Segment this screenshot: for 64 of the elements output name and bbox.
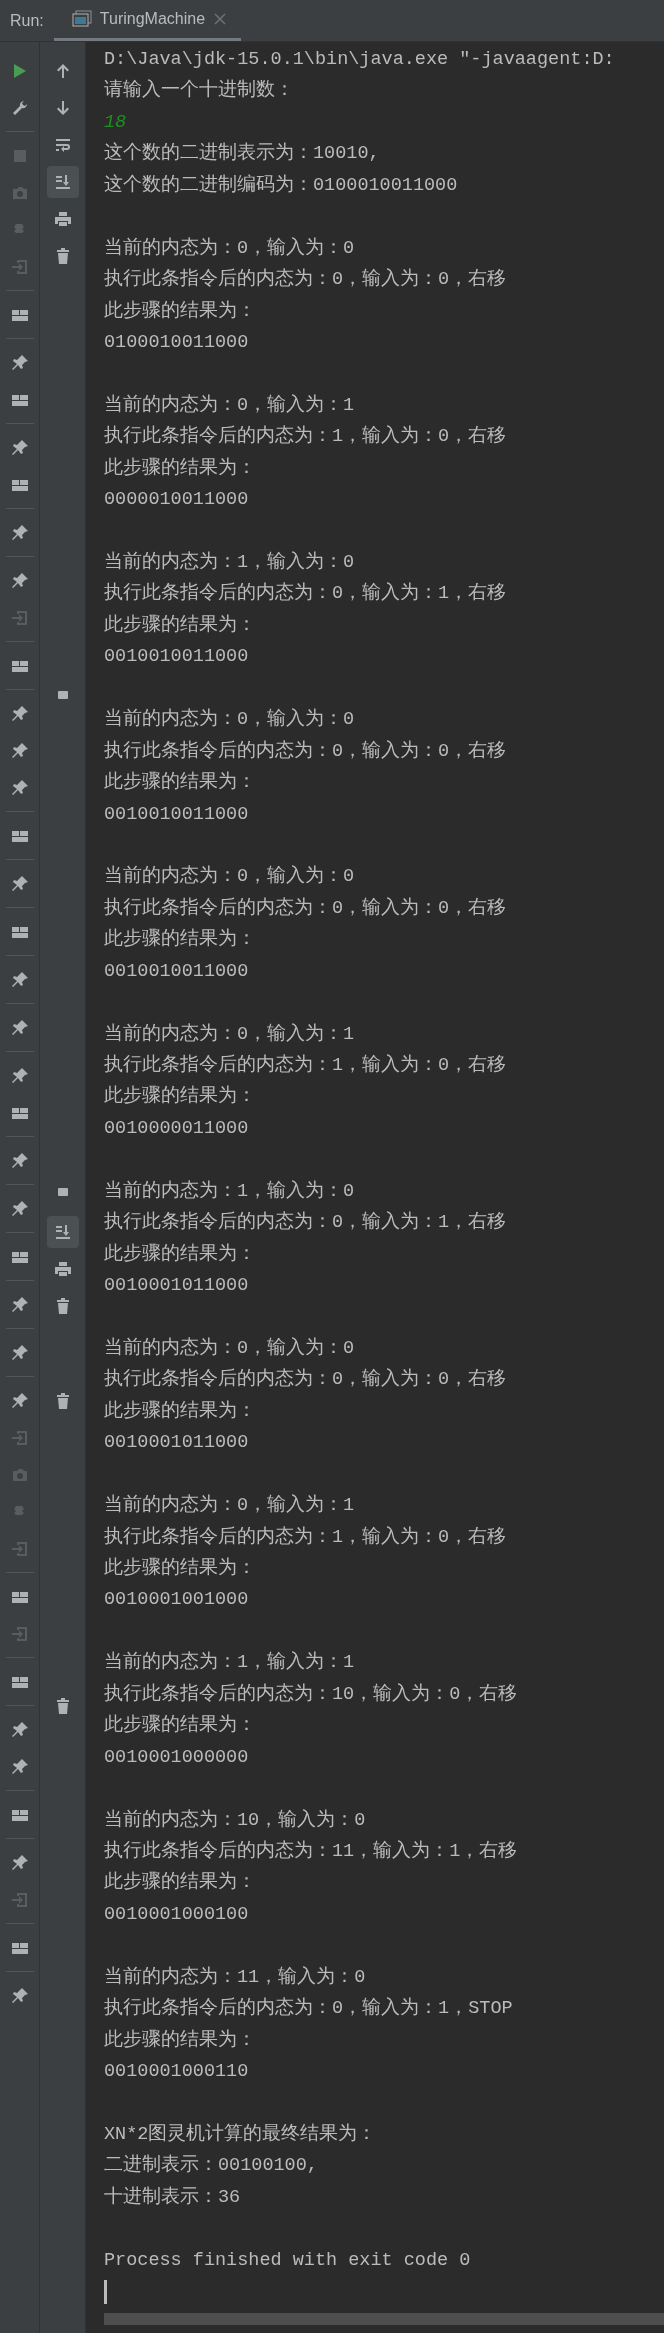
console-line: 当前的内态为：0，输入为：0 (104, 707, 356, 733)
console-line: 当前的内态为：0，输入为：1 (104, 1022, 356, 1047)
scroll-to-end-icon[interactable] (46, 1215, 79, 1248)
input-text: 18 (104, 110, 128, 135)
console-line: 当前的内态为：1，输入为：1 (104, 1650, 356, 1676)
console-line: 此步骤的结果为： (104, 1242, 257, 1267)
console-line: 0010010011000 (104, 959, 250, 984)
console-line: 此步骤的结果为： (104, 456, 257, 481)
console-line: 执行此条指令后的内态为：0，输入为：1，右移 (104, 581, 508, 607)
console-line: 此步骤的结果为： (104, 927, 257, 953)
run-tab[interactable]: TuringMachine (53, 0, 242, 41)
console-line: 0010000011000 (104, 1116, 250, 1141)
console-line: 当前的内态为：0，输入为：1 (104, 393, 356, 418)
console-line: 执行此条指令后的内态为：11，输入为：1，右移 (104, 1839, 519, 1864)
console-line: 0010001011000 (104, 1274, 250, 1299)
console-line: 当前的内态为：10，输入为：0 (104, 1808, 367, 1833)
console-line: 0010010011000 (104, 802, 250, 827)
console-line: 0010001000000 (104, 1745, 250, 1770)
console-line: 当前的内态为：0，输入为：0 (104, 864, 356, 890)
console-line: 执行此条指令后的内态为：1，输入为：0，右移 (104, 1525, 508, 1550)
console-line: 0010010011000 (104, 645, 250, 670)
console-line: 当前的内态为：1，输入为：0 (104, 550, 356, 575)
console-line: 当前的内态为：0，输入为：0 (104, 1336, 356, 1361)
console-line: 0000010011000 (104, 488, 250, 513)
console-line: 二进制表示：00100100, (104, 2153, 319, 2179)
console-line: 当前的内态为：0，输入为：0 (104, 236, 356, 261)
console-line: 执行此条指令后的内态为：0，输入为：0，右移 (104, 267, 508, 293)
console-line: 执行此条指令后的内态为：0，输入为：0，右移 (104, 896, 508, 921)
console-line: 此步骤的结果为： (104, 1870, 257, 1896)
console-line: 请输入一个十进制数： (104, 78, 295, 104)
console-line: 0010001011000 (104, 1431, 250, 1456)
console-line: 当前的内态为：0，输入为：1 (104, 1493, 356, 1519)
console-line: 执行此条指令后的内态为：0，输入为：1，STOP (104, 1996, 514, 2022)
text-cursor (104, 2280, 107, 2305)
console-line: 当前的内态为：1，输入为：0 (104, 1179, 356, 1204)
console-line: 0010001001000 (104, 1588, 250, 1613)
horizontal-scrollbar[interactable] (104, 2313, 664, 2325)
console-line: 此步骤的结果为： (104, 1399, 257, 1424)
console-line: 此步骤的结果为： (104, 1084, 257, 1110)
console-line: 执行此条指令后的内态为：0，输入为：0，右移 (104, 1367, 508, 1393)
console-line: 执行此条指令后的内态为：10，输入为：0，右移 (104, 1682, 519, 1707)
console-line: 这个数的二进制表示为：10010, (104, 141, 381, 167)
console-line: 此步骤的结果为： (104, 2028, 257, 2053)
console-line: 此步骤的结果为： (104, 770, 257, 796)
console-line: 此步骤的结果为： (104, 613, 257, 638)
console-line: 0010001000100 (104, 1902, 250, 1927)
console-line: XN*2图灵机计算的最终结果为： (104, 2122, 378, 2147)
console-line: 当前的内态为：11，输入为：0 (104, 1965, 367, 1990)
scroll-to-end-icon[interactable] (46, 165, 79, 198)
console-line: Process finished with exit code 0 (104, 2248, 472, 2273)
console-line: D:\Java\jdk-15.0.1\bin\java.exe "-javaagent:D: (104, 48, 616, 72)
run-label: Run: (9, 10, 45, 31)
console-line: 这个数的二进制编码为：0100010011000 (104, 173, 459, 198)
console-line: 执行此条指令后的内态为：0，输入为：0，右移 (104, 739, 508, 764)
console-line: 执行此条指令后的内态为：1，输入为：0，右移 (104, 424, 508, 450)
console-line: 此步骤的结果为： (104, 299, 257, 324)
console-line: 执行此条指令后的内态为：1，输入为：0，右移 (104, 1053, 508, 1078)
console-line: 执行此条指令后的内态为：0，输入为：1，右移 (104, 1210, 508, 1236)
console-line: 此步骤的结果为： (104, 1556, 257, 1581)
console-icon (71, 10, 92, 28)
console-line: 0010001000110 (104, 2060, 250, 2084)
console-line: 十进制表示：36 (104, 2185, 242, 2210)
console-line: 此步骤的结果为： (104, 1713, 257, 1739)
console-line: 0100010011000 (104, 330, 250, 355)
